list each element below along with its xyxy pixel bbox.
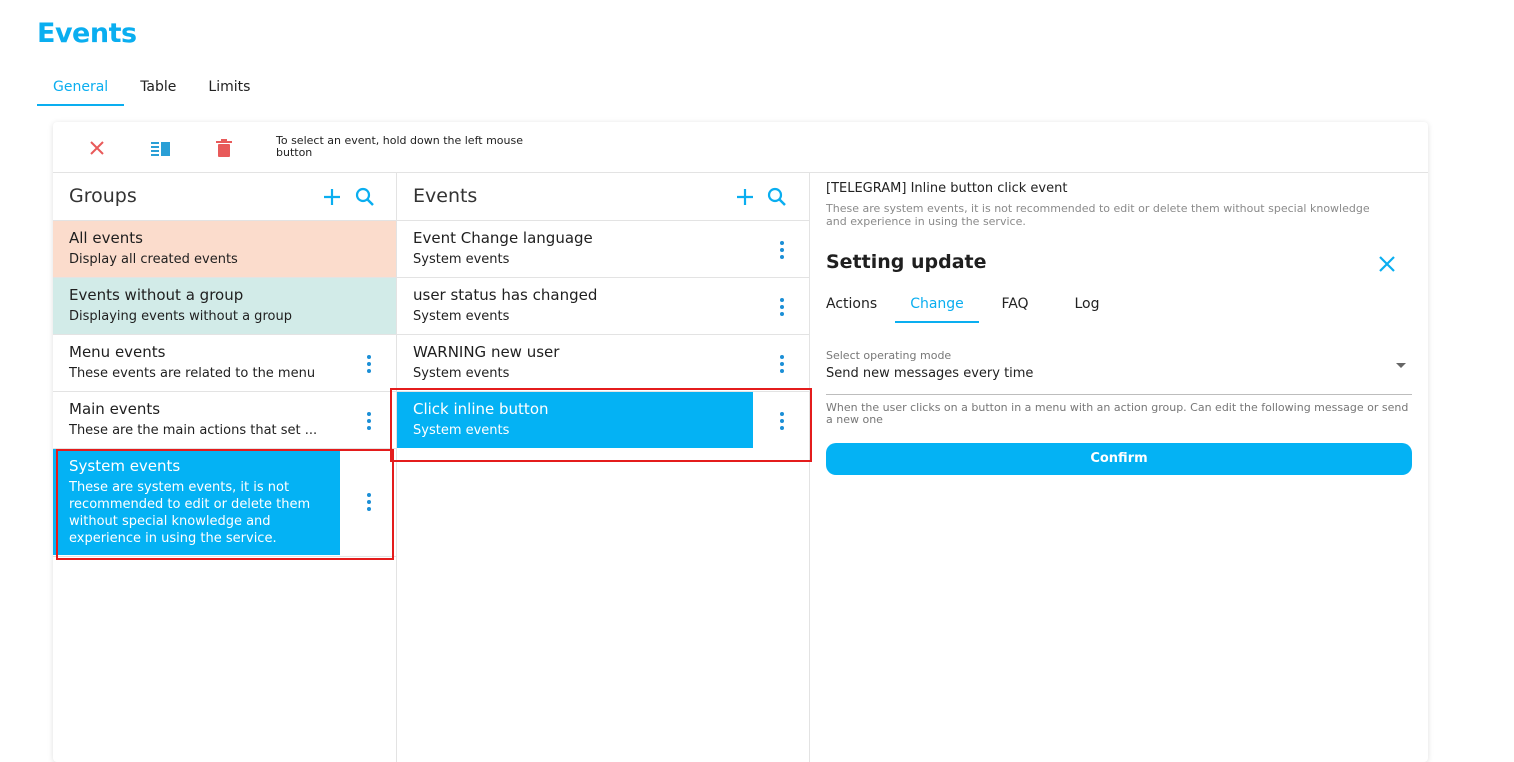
group-item-subtitle: These are system events, it is not recom… [69,480,311,546]
group-item-main-events[interactable]: Main events These are the main actions t… [53,392,396,449]
events-header: Events [397,173,809,221]
groups-header: Groups [53,173,396,221]
event-item[interactable]: Event Change language System events [397,221,809,278]
group-item-subtitle: These events are related to the menu [69,366,316,381]
select-value: Send new messages every time [826,366,1034,381]
tab-general[interactable]: General [37,74,125,106]
close-panel-icon[interactable] [1376,253,1398,275]
group-item-title: System events [69,457,181,475]
groups-title: Groups [69,185,137,207]
confirm-button[interactable]: Confirm [826,443,1412,475]
dropdown-arrow-icon [1396,363,1406,368]
group-item-without-group[interactable]: Events without a group Displaying events… [53,278,396,335]
event-item[interactable]: user status has changed System events [397,278,809,335]
tab-faq[interactable]: FAQ [979,293,1051,323]
group-item-subtitle: These are the main actions that set ... [69,423,318,438]
events-card: To select an event, hold down the left m… [53,122,1428,762]
add-group-icon[interactable] [321,186,343,208]
event-item-subtitle: System events [413,252,510,267]
more-vert-icon[interactable] [359,411,379,431]
add-event-icon[interactable] [734,186,756,208]
search-groups-icon[interactable] [354,186,376,208]
select-hint: When the user clicks on a button in a me… [826,401,1409,426]
group-item-subtitle: Displaying events without a group [69,309,292,324]
tab-actions[interactable]: Actions [826,293,879,323]
more-vert-icon[interactable] [772,240,792,260]
group-item-all-events[interactable]: All events Display all created events [53,221,396,278]
groups-column: Groups All events Display all created ev… [53,173,397,762]
group-item-system-events[interactable]: System events These are system events, i… [53,449,396,557]
group-item-title: All events [69,229,143,247]
event-item-subtitle: System events [413,309,510,324]
event-item-selected[interactable]: Click inline button System events [397,392,809,449]
group-item-title: Menu events [69,343,166,361]
group-item-subtitle: Display all created events [69,252,238,267]
tab-change[interactable]: Change [895,293,979,323]
more-vert-icon[interactable] [359,492,379,512]
group-item-menu-events[interactable]: Menu events These events are related to … [53,335,396,392]
event-item-subtitle: System events [413,366,510,381]
event-item-subtitle: System events [413,423,510,438]
event-item-title: user status has changed [413,286,598,304]
event-item-title: Click inline button [413,400,549,418]
more-vert-icon[interactable] [359,354,379,374]
toolbar-hint: To select an event, hold down the left m… [276,134,523,159]
group-item-title: Main events [69,400,161,418]
close-icon[interactable] [85,136,109,160]
events-column: Events Event Change language System even… [397,173,810,762]
search-events-icon[interactable] [766,186,788,208]
event-item-title: Event Change language [413,229,593,247]
toolbar: To select an event, hold down the left m… [53,122,1428,173]
event-detail-title: [TELEGRAM] Inline button click event [826,181,1068,196]
tab-limits[interactable]: Limits [192,74,266,106]
select-label: Select operating mode [826,349,952,362]
group-item-title: Events without a group [69,286,244,304]
event-item[interactable]: WARNING new user System events [397,335,809,392]
event-item-title: WARNING new user [413,343,560,361]
top-tabs: General Table Limits [37,74,266,106]
setting-title: Setting update [826,251,987,273]
selected-highlight: System events These are system events, i… [53,449,340,555]
more-vert-icon[interactable] [772,297,792,317]
detail-panel: [TELEGRAM] Inline button click event The… [810,173,1428,762]
columns-icon[interactable] [149,136,173,160]
tab-log[interactable]: Log [1051,293,1123,323]
more-vert-icon[interactable] [772,411,792,431]
more-vert-icon[interactable] [772,354,792,374]
page-title: Events [37,18,137,49]
event-detail-description: These are system events, it is not recom… [826,202,1370,228]
trash-icon[interactable] [212,136,236,160]
selected-highlight: Click inline button System events [397,392,753,448]
detail-tabs: Actions Change FAQ Log [826,293,1123,323]
events-title: Events [413,185,478,207]
tab-table[interactable]: Table [124,74,192,106]
operating-mode-select[interactable]: Select operating mode Send new messages … [826,347,1412,395]
